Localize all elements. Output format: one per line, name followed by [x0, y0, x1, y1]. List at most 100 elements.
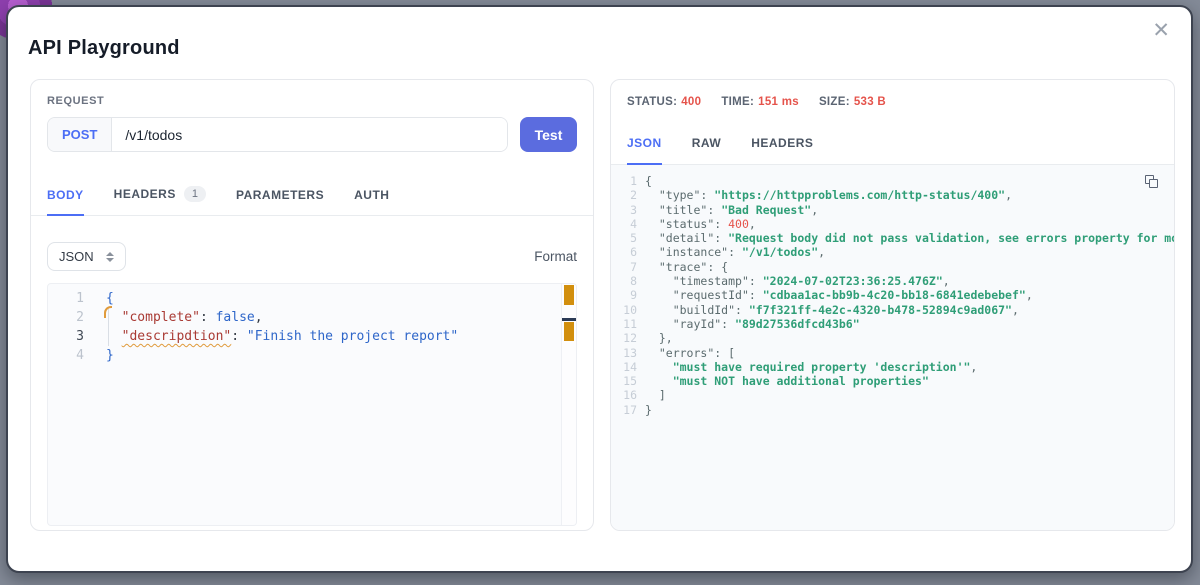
code-line-content: "title": "Bad Request",	[637, 203, 818, 217]
line-number: 16	[611, 388, 637, 402]
code-line: 5 "detail": "Request body did not pass v…	[611, 231, 1174, 245]
line-number: 14	[611, 360, 637, 374]
size-label: SIZE:	[819, 96, 850, 108]
request-panel: REQUEST POST Test BODY HEADERS 1 PARAMET…	[30, 79, 594, 531]
chevron-updown-icon	[106, 252, 114, 262]
headers-count-badge: 1	[184, 186, 206, 202]
code-line-content: "must NOT have additional properties"	[637, 374, 929, 388]
code-line-content: "descripdtion": "Finish the project repo…	[84, 327, 458, 346]
response-tabs: JSON RAW HEADERS	[611, 124, 1174, 165]
code-line-content: "status": 400,	[637, 217, 756, 231]
tab-auth[interactable]: AUTH	[354, 174, 389, 216]
line-number: 6	[611, 245, 637, 259]
status-meta: STATUS:400	[627, 96, 701, 108]
code-line: 1{	[611, 174, 1174, 188]
line-number: 4	[48, 346, 84, 365]
page-title: API Playground	[28, 37, 180, 60]
body-format-select[interactable]: JSON	[47, 242, 126, 271]
code-line-content: "requestId": "cdbaa1ac-bb9b-4c20-bb18-68…	[637, 288, 1033, 302]
line-number: 4	[611, 217, 637, 231]
request-tabs: BODY HEADERS 1 PARAMETERS AUTH	[31, 172, 593, 216]
code-line-content: },	[637, 331, 673, 345]
code-line-content: }	[637, 403, 652, 417]
code-line: 17}	[611, 403, 1174, 417]
lint-warning-marker	[104, 306, 112, 318]
line-number: 8	[611, 274, 637, 288]
code-line: 8 "timestamp": "2024-07-02T23:36:25.476Z…	[611, 274, 1174, 288]
tab-parameters-label: PARAMETERS	[236, 188, 324, 202]
warning-mark	[564, 322, 574, 341]
code-line: 6 "instance": "/v1/todos",	[611, 245, 1174, 259]
time-meta: TIME: 151 ms	[721, 96, 799, 108]
size-meta: SIZE: 533 B	[819, 96, 886, 108]
code-line: 16 ]	[611, 388, 1174, 402]
line-number: 10	[611, 303, 637, 317]
line-number: 3	[48, 327, 84, 346]
code-line-content: "errors": [	[637, 346, 735, 360]
editor-annotation-ruler[interactable]	[561, 284, 576, 525]
format-button[interactable]: Format	[534, 249, 577, 264]
path-input[interactable]	[112, 118, 507, 151]
tab-response-headers[interactable]: HEADERS	[751, 124, 813, 165]
tab-raw[interactable]: RAW	[692, 124, 722, 165]
line-number: 13	[611, 346, 637, 360]
code-line: 10 "buildId": "f7f321ff-4e2c-4320-b478-5…	[611, 303, 1174, 317]
code-line-content: ]	[637, 388, 666, 402]
request-body-editor[interactable]: 1{2 "complete": false,3 "descripdtion": …	[47, 283, 577, 526]
tab-body[interactable]: BODY	[47, 174, 84, 216]
line-number: 2	[48, 308, 84, 327]
tab-body-label: BODY	[47, 188, 84, 202]
code-line: 4}	[48, 346, 576, 365]
api-playground-modal: ✕ API Playground REQUEST POST Test BODY …	[6, 5, 1193, 573]
scrollbar-thumb[interactable]	[562, 318, 577, 321]
response-body-viewer: 1{2 "type": "https://httpproblems.com/ht…	[611, 165, 1174, 530]
code-line: 9 "requestId": "cdbaa1ac-bb9b-4c20-bb18-…	[611, 288, 1174, 302]
request-section-label: REQUEST	[47, 95, 577, 107]
response-meta-row: STATUS:400 TIME: 151 ms SIZE: 533 B	[611, 80, 1174, 108]
line-number: 15	[611, 374, 637, 388]
code-line-content: {	[637, 174, 652, 188]
tab-headers[interactable]: HEADERS 1	[114, 172, 206, 216]
tab-headers-label: HEADERS	[114, 187, 176, 201]
size-value: 533 B	[854, 96, 886, 108]
code-line: 3 "title": "Bad Request",	[611, 203, 1174, 217]
tab-json[interactable]: JSON	[627, 124, 662, 165]
line-number: 17	[611, 403, 637, 417]
url-input-group: POST	[47, 117, 508, 152]
code-line-content: "buildId": "f7f321ff-4e2c-4320-b478-5289…	[637, 303, 1019, 317]
time-value: 151 ms	[758, 96, 799, 108]
code-line: 2 "complete": false,	[48, 308, 576, 327]
code-line: 11 "rayId": "89d27536dfcd43b6"	[611, 317, 1174, 331]
line-number: 2	[611, 188, 637, 202]
time-label: TIME:	[721, 96, 754, 108]
code-line-content: "instance": "/v1/todos",	[637, 245, 825, 259]
line-number: 7	[611, 260, 637, 274]
status-value: 400	[681, 96, 701, 108]
line-number: 9	[611, 288, 637, 302]
test-button[interactable]: Test	[520, 117, 577, 152]
method-select[interactable]: POST	[48, 118, 112, 151]
body-format-value: JSON	[59, 249, 94, 264]
tab-parameters[interactable]: PARAMETERS	[236, 174, 324, 216]
code-line-content: "rayId": "89d27536dfcd43b6"	[637, 317, 860, 331]
line-number: 11	[611, 317, 637, 331]
code-line-content: "detail": "Request body did not pass val…	[637, 231, 1174, 245]
copy-icon[interactable]	[1145, 175, 1159, 189]
response-panel: STATUS:400 TIME: 151 ms SIZE: 533 B JSON R…	[610, 79, 1175, 531]
code-line: 3 "descripdtion": "Finish the project re…	[48, 327, 576, 346]
close-icon[interactable]: ✕	[1152, 20, 1170, 41]
code-line-content: "timestamp": "2024-07-02T23:36:25.476Z",	[637, 274, 950, 288]
code-line-content: }	[84, 346, 114, 365]
tab-auth-label: AUTH	[354, 188, 389, 202]
warning-mark	[564, 285, 574, 305]
code-line: 4 "status": 400,	[611, 217, 1174, 231]
line-number: 5	[611, 231, 637, 245]
code-line-content: "must have required property 'descriptio…	[637, 360, 977, 374]
code-line: 1{	[48, 289, 576, 308]
body-toolbar: JSON Format	[47, 242, 577, 271]
code-line: 13 "errors": [	[611, 346, 1174, 360]
code-line-content: "trace": {	[637, 260, 728, 274]
line-number: 12	[611, 331, 637, 345]
line-number: 1	[48, 289, 84, 308]
code-line: 12 },	[611, 331, 1174, 345]
